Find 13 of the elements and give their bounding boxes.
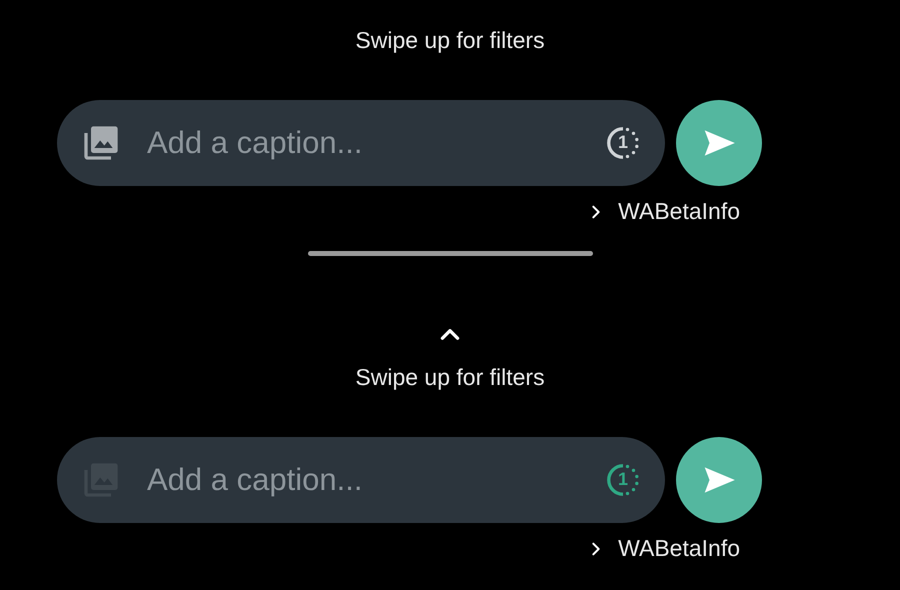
view-once-button[interactable]: 1	[605, 462, 641, 498]
ring-icon	[605, 125, 641, 161]
recipient-name: WABetaInfo	[618, 535, 740, 562]
hint-text: Swipe up for filters	[355, 26, 545, 54]
caption-field[interactable]: Add a caption... 1	[57, 437, 665, 523]
caption-placeholder: Add a caption...	[147, 125, 364, 161]
recipient-name: WABetaInfo	[618, 198, 740, 225]
caption-placeholder: Add a caption...	[147, 462, 364, 498]
hint-text: Swipe up for filters	[355, 363, 545, 391]
drag-handle[interactable]	[308, 251, 592, 256]
caption-field[interactable]: Add a caption... 1	[57, 100, 665, 186]
ring-icon	[605, 462, 641, 498]
view-once-button[interactable]: 1	[605, 125, 641, 161]
